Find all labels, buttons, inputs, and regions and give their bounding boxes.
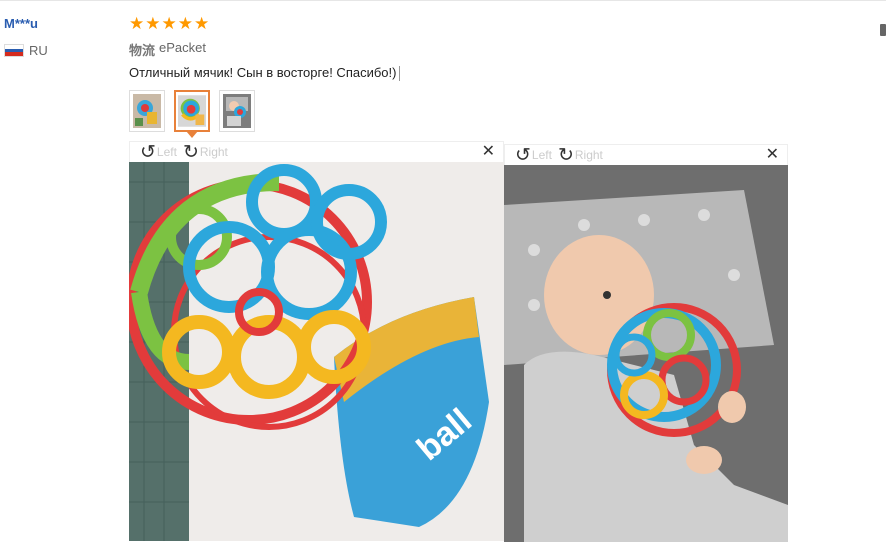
rotate-left-label: Left: [156, 145, 177, 159]
star-icon: ★: [194, 14, 210, 33]
rotate-right-button[interactable]: ↻ Right: [183, 143, 228, 162]
reviewer-country: RU: [4, 43, 48, 58]
photo-thumbnails: [129, 90, 255, 138]
photo-viewer-1: ↺ Left ↻ Right ✕ ball: [129, 141, 504, 541]
russia-flag-icon: [4, 44, 24, 57]
star-icon: ★: [129, 14, 145, 33]
rotate-left-icon: ↺: [140, 141, 156, 163]
shipping-info: 物流 ePacket: [129, 40, 206, 59]
rotate-right-label: Right: [574, 148, 603, 162]
rotate-left-icon: ↺: [515, 144, 531, 166]
photo-thumbnail-1[interactable]: [129, 90, 165, 132]
top-divider: [0, 0, 886, 1]
close-icon[interactable]: ✕: [766, 146, 779, 164]
photo-thumbnail-3[interactable]: [219, 90, 255, 132]
country-code: RU: [29, 43, 48, 58]
photo-viewer-2: ↺ Left ↻ Right ✕: [504, 144, 788, 542]
star-icon: ★: [161, 14, 177, 33]
viewer-toolbar: ↺ Left ↻ Right ✕: [504, 144, 788, 165]
photo-thumbnail-2[interactable]: [174, 90, 210, 138]
close-icon[interactable]: ✕: [482, 143, 495, 161]
rotate-left-button[interactable]: ↺ Left: [140, 143, 177, 162]
rotate-right-label: Right: [199, 145, 228, 159]
rotate-right-icon: ↻: [557, 144, 574, 166]
reviewer-name: M***u: [4, 16, 38, 31]
thumbnail-image-1: [133, 94, 161, 128]
rotate-left-button[interactable]: ↺ Left: [515, 146, 552, 165]
rotate-right-icon: ↻: [182, 141, 199, 163]
thumbnail-image-3: [223, 94, 251, 128]
review-photo-baby-with-ball: [504, 165, 788, 542]
rotate-right-button[interactable]: ↻ Right: [558, 146, 603, 165]
viewer-toolbar: ↺ Left ↻ Right ✕: [129, 141, 504, 162]
review-text: Отличный мячик! Сын в восторге! Спасибо!…: [129, 65, 401, 82]
shipping-label: 物流: [129, 43, 156, 58]
shipping-method: ePacket: [159, 40, 206, 55]
star-rating: ★ ★ ★ ★ ★: [129, 14, 209, 34]
text-cursor: [399, 66, 401, 82]
rotate-left-label: Left: [531, 148, 552, 162]
star-icon: ★: [177, 14, 193, 33]
star-icon: ★: [145, 14, 161, 33]
thumbnail-image-2: [178, 95, 206, 127]
scroll-indicator[interactable]: [880, 24, 886, 36]
review-photo-ball-package: ball: [129, 162, 504, 541]
review-text-content: Отличный мячик! Сын в восторге! Спасибо!…: [129, 65, 397, 80]
selected-thumbnail-arrow: [186, 131, 198, 138]
